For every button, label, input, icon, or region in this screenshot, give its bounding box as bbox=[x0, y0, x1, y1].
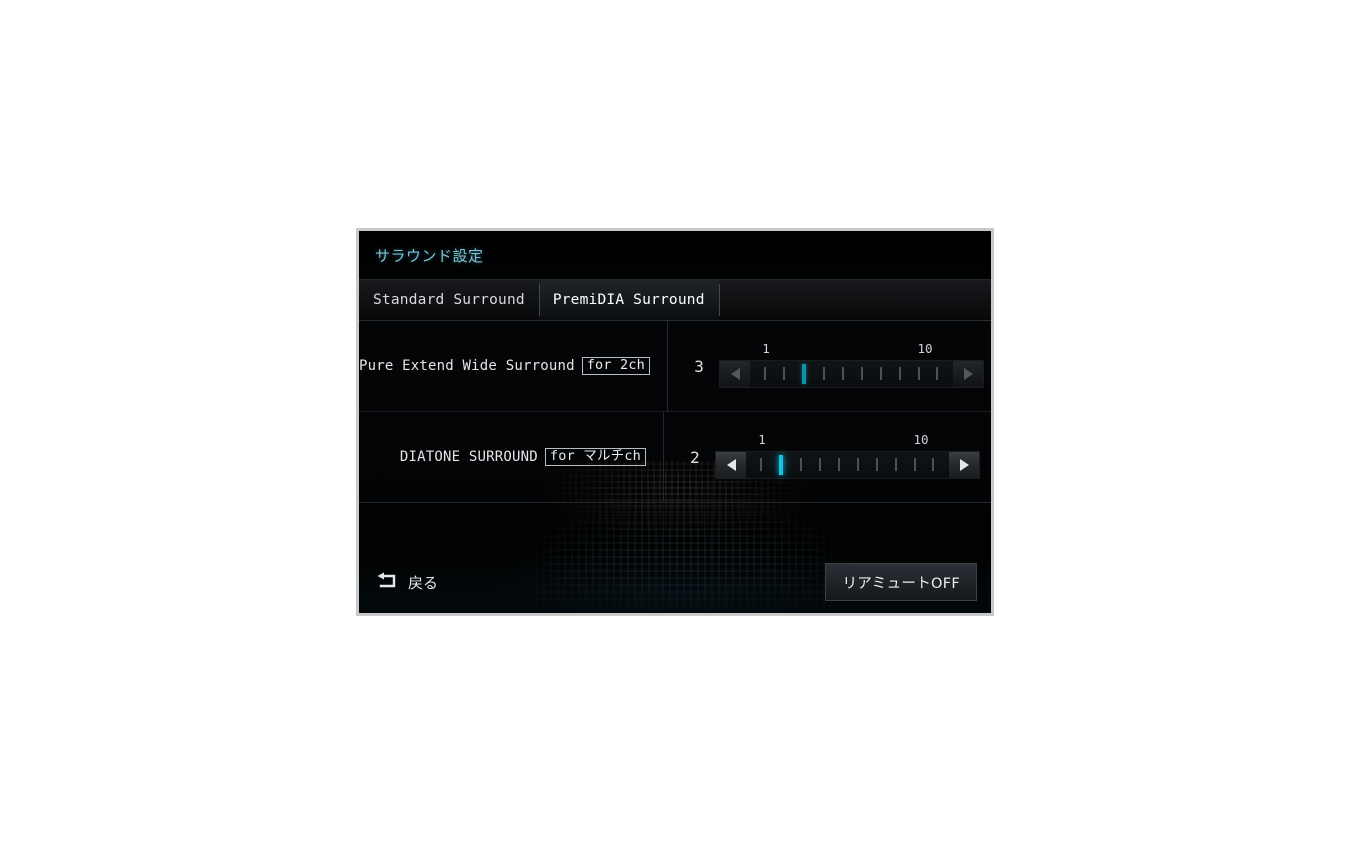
setting-label: DIATONE SURROUND for マルチch bbox=[399, 447, 646, 467]
tab-strip-filler bbox=[718, 280, 991, 320]
head-unit-screen: サラウンド設定 Standard Surround PremiDIA Surro… bbox=[356, 228, 994, 616]
setting-control-cell: 2 1 10 bbox=[664, 412, 991, 502]
slider-min-label: 1 bbox=[762, 340, 770, 356]
slider-tick[interactable] bbox=[917, 367, 920, 380]
setting-channel-badge: for 2ch bbox=[581, 356, 651, 376]
rear-mute-button[interactable]: リアミュートOFF bbox=[825, 563, 977, 601]
chevron-right-icon bbox=[959, 458, 969, 471]
slider-tick[interactable] bbox=[879, 367, 882, 380]
bottom-bar: 戻る リアミュートOFF bbox=[359, 551, 991, 613]
setting-value: 2 bbox=[690, 447, 700, 467]
chevron-left-icon bbox=[726, 458, 736, 471]
slider-tick[interactable] bbox=[875, 458, 878, 471]
tab-strip: Standard Surround PremiDIA Surround bbox=[359, 279, 991, 321]
rear-mute-label: リアミュートOFF bbox=[842, 575, 960, 592]
setting-name: Pure Extend Wide Surround bbox=[359, 358, 575, 374]
slider-max-label: 10 bbox=[917, 340, 933, 356]
tab-premidia-surround[interactable]: PremiDIA Surround bbox=[538, 280, 719, 321]
slider-tick[interactable] bbox=[856, 458, 859, 471]
slider-tick[interactable] bbox=[819, 458, 822, 471]
slider-bar bbox=[719, 359, 985, 388]
setting-control-cell: 3 1 10 bbox=[668, 321, 991, 411]
chevron-left-icon bbox=[730, 367, 740, 380]
setting-value: 3 bbox=[694, 356, 704, 376]
slider-scale-labels: 1 10 bbox=[719, 341, 984, 357]
setting-label-cell: DIATONE SURROUND for マルチch bbox=[359, 412, 664, 502]
slider-tick-track[interactable] bbox=[746, 452, 949, 478]
slider-decrease-button[interactable] bbox=[720, 360, 751, 387]
slider-active-tick[interactable] bbox=[802, 363, 807, 384]
tab-label: Standard Surround bbox=[373, 292, 525, 308]
slider-increase-button[interactable] bbox=[953, 360, 984, 387]
level-slider[interactable]: 1 10 bbox=[719, 341, 985, 388]
slider-tick[interactable] bbox=[932, 458, 935, 471]
slider-min-label: 1 bbox=[758, 431, 766, 447]
slider-tick[interactable] bbox=[800, 458, 803, 471]
setting-row-diatone-surround: DIATONE SURROUND for マルチch 2 1 10 bbox=[359, 411, 991, 502]
slider-tick[interactable] bbox=[823, 367, 826, 380]
slider-active-tick[interactable] bbox=[779, 454, 784, 475]
slider-max-label: 10 bbox=[913, 431, 929, 447]
empty-content-area bbox=[359, 502, 991, 551]
tab-standard-surround[interactable]: Standard Surround bbox=[359, 280, 539, 320]
slider-decrease-button[interactable] bbox=[716, 451, 746, 478]
tab-label: PremiDIA Surround bbox=[552, 292, 705, 308]
setting-label-cell: Pure Extend Wide Surround for 2ch bbox=[359, 321, 669, 411]
slider-increase-button[interactable] bbox=[949, 451, 979, 478]
back-button-label: 戻る bbox=[408, 573, 439, 592]
slider-tick-track[interactable] bbox=[750, 361, 953, 387]
title-bar: サラウンド設定 bbox=[359, 231, 991, 279]
slider-tick[interactable] bbox=[860, 367, 863, 380]
slider-tick[interactable] bbox=[894, 458, 897, 471]
page-title: サラウンド設定 bbox=[375, 246, 484, 265]
slider-tick[interactable] bbox=[764, 367, 767, 380]
screen-background: サラウンド設定 Standard Surround PremiDIA Surro… bbox=[359, 231, 991, 613]
setting-row-pure-extend-wide-surround: Pure Extend Wide Surround for 2ch 3 1 10 bbox=[359, 320, 991, 411]
slider-tick[interactable] bbox=[898, 367, 901, 380]
level-slider[interactable]: 1 10 bbox=[715, 432, 980, 479]
setting-label: Pure Extend Wide Surround for 2ch bbox=[359, 356, 651, 376]
slider-tick[interactable] bbox=[783, 367, 786, 380]
setting-name: DIATONE SURROUND bbox=[399, 449, 538, 465]
settings-list: Pure Extend Wide Surround for 2ch 3 1 10 bbox=[359, 320, 991, 502]
slider-bar bbox=[715, 450, 980, 479]
back-button[interactable]: 戻る bbox=[373, 572, 438, 593]
slider-tick[interactable] bbox=[838, 458, 840, 471]
slider-scale-labels: 1 10 bbox=[715, 432, 980, 448]
slider-tick[interactable] bbox=[936, 367, 939, 380]
setting-channel-badge: for マルチch bbox=[544, 447, 646, 467]
slider-tick[interactable] bbox=[842, 367, 845, 380]
slider-tick[interactable] bbox=[913, 458, 916, 471]
return-arrow-icon bbox=[373, 572, 399, 592]
chevron-right-icon bbox=[963, 367, 973, 380]
slider-tick[interactable] bbox=[760, 458, 763, 471]
